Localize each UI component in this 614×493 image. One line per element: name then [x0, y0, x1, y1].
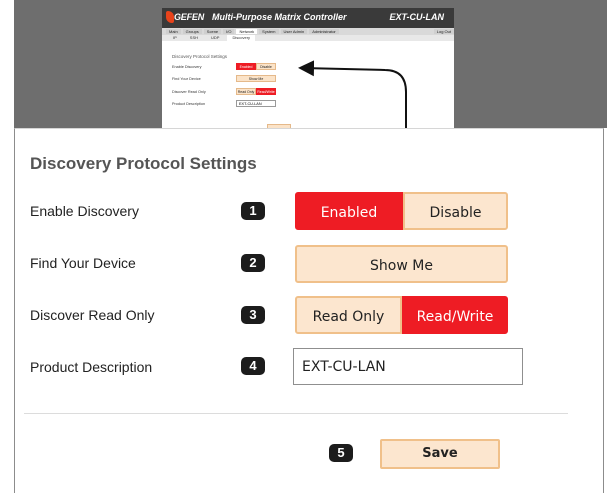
- discover-read-only-label: Discover Read Only: [30, 307, 155, 323]
- callout-arrow-icon: [298, 60, 409, 128]
- disable-button[interactable]: Disable: [403, 192, 508, 230]
- save-button[interactable]: Save: [380, 439, 500, 469]
- find-your-device-label: Find Your Device: [30, 255, 136, 271]
- divider: [24, 413, 568, 414]
- show-me-button[interactable]: Show Me: [295, 245, 508, 283]
- step-number-badge: 3: [241, 306, 265, 324]
- product-description-label: Product Description: [30, 359, 153, 375]
- enabled-button[interactable]: Enabled: [295, 192, 403, 230]
- step-number-badge: 5: [329, 444, 353, 462]
- step-number-badge: 4: [241, 357, 265, 375]
- read-write-button[interactable]: Read/Write: [402, 296, 508, 334]
- page-title: Discovery Protocol Settings: [30, 154, 257, 173]
- enable-discovery-label: Enable Discovery: [30, 203, 139, 219]
- read-only-button[interactable]: Read Only: [295, 296, 402, 334]
- step-number-badge: 1: [241, 202, 265, 220]
- product-description-input[interactable]: [293, 348, 523, 385]
- step-number-badge: 2: [241, 254, 265, 272]
